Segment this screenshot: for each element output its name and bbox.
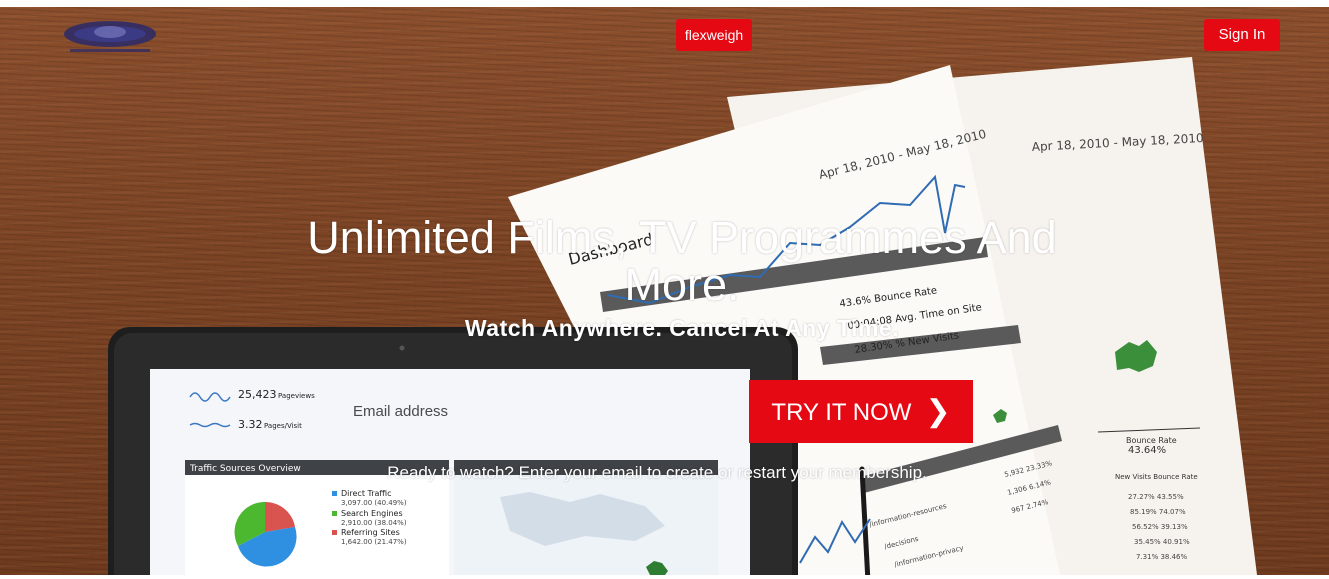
svg-text:1,642.00 (21.47%): 1,642.00 (21.47%): [341, 538, 407, 546]
svg-text:Search Engines: Search Engines: [341, 509, 403, 518]
svg-text:25,423: 25,423: [238, 388, 277, 401]
hero-subtitle: Watch Anywhere. Cancel At Any Time.: [464, 315, 900, 341]
svg-text:Pageviews: Pageviews: [278, 392, 315, 400]
svg-text:Bounce Rate: Bounce Rate: [1126, 436, 1177, 445]
svg-text:Referring Sites: Referring Sites: [341, 528, 400, 537]
top-navigation: flexweigh Sign In: [0, 7, 1329, 67]
svg-text:43.64%: 43.64%: [1128, 445, 1166, 456]
svg-text:Pages/Visit: Pages/Visit: [264, 422, 302, 430]
try-it-now-button[interactable]: TRY IT NOW ❯: [749, 380, 973, 443]
svg-text:New Visits Bounce Rate: New Visits Bounce Rate: [1115, 473, 1198, 481]
email-signup-form: TRY IT NOW ❯: [335, 373, 975, 445]
try-it-now-label: TRY IT NOW: [771, 399, 912, 426]
svg-text:85.19% 74.07%: 85.19% 74.07%: [1130, 508, 1186, 516]
chevron-right-icon: ❯: [925, 395, 951, 428]
svg-text:2,910.00 (38.04%): 2,910.00 (38.04%): [341, 519, 407, 527]
svg-text:27.27% 43.55%: 27.27% 43.55%: [1128, 493, 1184, 501]
hero-title: Unlimited Films, TV Programmes And More.: [307, 212, 1057, 310]
svg-text:Direct Traffic: Direct Traffic: [341, 489, 392, 498]
logo-icon[interactable]: [56, 18, 164, 58]
hero-section: Apr 18, 2010 - May 18, 2010 Apr 18, 2010…: [0, 7, 1329, 575]
svg-text:56.52% 39.13%: 56.52% 39.13%: [1132, 523, 1188, 531]
svg-text:3.32: 3.32: [238, 418, 263, 431]
brand-button[interactable]: flexweigh: [676, 19, 752, 51]
svg-text:Traffic Sources Overview: Traffic Sources Overview: [189, 464, 301, 474]
svg-text:35.45% 40.91%: 35.45% 40.91%: [1134, 538, 1190, 546]
svg-text:7.31% 38.46%: 7.31% 38.46%: [1136, 553, 1188, 561]
sign-in-button[interactable]: Sign In: [1204, 19, 1280, 51]
svg-text:3,097.00 (40.49%): 3,097.00 (40.49%): [341, 499, 407, 507]
ready-to-watch-text: Ready to watch? Enter your email to crea…: [387, 463, 927, 482]
email-input[interactable]: [335, 381, 749, 441]
